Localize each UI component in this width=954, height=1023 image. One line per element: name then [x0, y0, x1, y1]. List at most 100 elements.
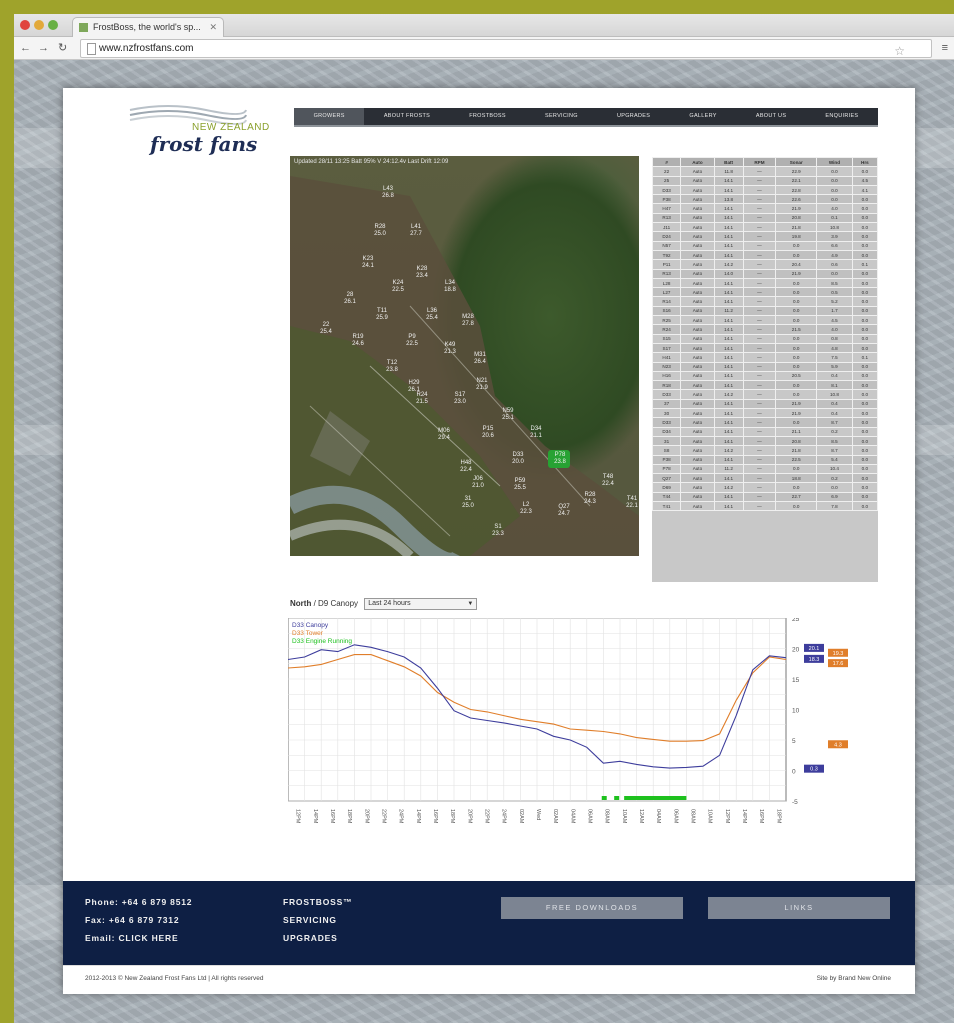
- table-row[interactable]: 30 Auto 14.1—21.9 0.4 0.0: [651, 407, 879, 419]
- table-row[interactable]: P11 Auto 14.2—20.4 0.6 0.1: [651, 259, 879, 270]
- table-header-cell[interactable]: #: [651, 156, 682, 168]
- table-row[interactable]: R14 Auto 14.1—0.0 5.2 0.0: [651, 296, 879, 307]
- table-row[interactable]: D33 Auto 14.1—22.8 0.0 4.1: [651, 184, 879, 196]
- table-row[interactable]: L28 Auto 14.1—0.0 8.5 0.0: [651, 277, 879, 289]
- table-row[interactable]: T92 Auto 14.1—0.0 4.9 0.0: [651, 249, 879, 261]
- block-marker[interactable]: L41 27.7: [404, 224, 428, 238]
- tab-close-icon[interactable]: ✕: [209, 18, 217, 37]
- block-marker[interactable]: T48 22.4: [596, 474, 620, 488]
- table-row[interactable]: T41 Auto 14.1—0.0 7.8 0.0: [651, 500, 879, 512]
- forward-arrow-icon[interactable]: →: [38, 40, 49, 56]
- block-marker[interactable]: L2 22.3: [514, 502, 538, 516]
- address-bar[interactable]: www.nzfrostfans.com ☆: [80, 39, 932, 58]
- block-marker[interactable]: N59 25.1: [496, 408, 520, 422]
- block-marker[interactable]: H48 22.4: [454, 460, 478, 474]
- block-marker[interactable]: J06 21.0: [466, 476, 490, 490]
- block-marker[interactable]: T11 25.9: [370, 308, 394, 322]
- nav-item-frostboss[interactable]: FROSTBOSS: [450, 108, 526, 125]
- block-marker[interactable]: R28 24.3: [578, 492, 602, 506]
- block-marker[interactable]: 22 25.4: [314, 322, 338, 336]
- block-marker[interactable]: R28 25.0: [368, 224, 392, 238]
- block-marker[interactable]: K49 21.3: [438, 342, 462, 356]
- block-marker[interactable]: 31 25.0: [456, 496, 480, 510]
- block-marker[interactable]: P9 22.5: [400, 334, 424, 348]
- block-marker[interactable]: S1 23.3: [486, 524, 510, 538]
- block-marker[interactable]: N21 21.9: [470, 378, 494, 392]
- table-row[interactable]: T44 Auto 14.1—22.7 6.9 0.0: [651, 491, 879, 503]
- table-row[interactable]: N23 Auto 14.1—0.0 5.9 0.0: [651, 361, 879, 372]
- site-logo[interactable]: NEW ZEALAND frost fans: [128, 102, 269, 162]
- block-marker[interactable]: M06 29.4: [432, 428, 456, 442]
- nav-item-servicing[interactable]: SERVICING: [525, 108, 597, 125]
- nav-item-about-us[interactable]: ABOUT US: [736, 108, 806, 125]
- table-row[interactable]: J11 Auto 14.1—21.8 10.8 0.0: [651, 222, 879, 233]
- table-row[interactable]: P38 Auto 14.1—22.5 5.4 0.0: [651, 454, 879, 465]
- table-row[interactable]: R24 Auto 14.1—21.5 4.0 0.0: [651, 324, 879, 335]
- footer-link-frostboss[interactable]: FROSTBOSS™: [283, 897, 352, 907]
- table-row[interactable]: D24 Auto 14.1—19.8 3.9 0.0: [651, 231, 879, 242]
- block-marker[interactable]: 28 26.1: [338, 292, 362, 306]
- block-marker[interactable]: R24 21.5: [410, 392, 434, 406]
- reload-icon[interactable]: ↻: [58, 40, 67, 56]
- nav-item-upgrades[interactable]: UPGRADES: [597, 108, 669, 125]
- footer-link-upgrades[interactable]: UPGRADES: [283, 933, 338, 943]
- table-row[interactable]: P38 Auto 13.8—22.6 0.0 0.0: [651, 194, 879, 205]
- table-row[interactable]: 25 Auto 14.1—22.1 0.0 4.5: [651, 175, 879, 186]
- table-row[interactable]: S15 Auto 14.1—0.0 0.8 0.0: [651, 333, 879, 344]
- block-marker[interactable]: P15 20.6: [476, 426, 500, 440]
- block-marker[interactable]: M28 27.8: [456, 314, 480, 328]
- footer-link-servicing[interactable]: SERVICING: [283, 915, 337, 925]
- block-marker[interactable]: L34 18.8: [438, 280, 462, 294]
- block-marker[interactable]: L43 26.8: [376, 186, 400, 200]
- table-row[interactable]: R13 Auto 14.1—20.8 0.1 0.0: [651, 212, 879, 224]
- nav-item-about-frosts[interactable]: ABOUT FROSTS: [364, 108, 449, 125]
- table-header-cell[interactable]: Hrs: [851, 156, 879, 168]
- table-row[interactable]: S8 Auto 14.2—21.8 8.7 0.0: [651, 445, 879, 456]
- table-row[interactable]: R25 Auto 14.1—0.0 4.5 0.0: [651, 315, 879, 326]
- table-row[interactable]: P78 Auto 11.2—0.0 10.4 0.0: [651, 463, 879, 475]
- table-row[interactable]: D33 Auto 14.1—0.0 8.7 0.0: [651, 417, 879, 428]
- nav-item-gallery[interactable]: GALLERY: [670, 108, 737, 125]
- table-row[interactable]: S16 Auto 11.2—0.0 1.7 0.0: [651, 305, 879, 317]
- time-range-select[interactable]: Last 24 hours ▼: [364, 598, 478, 610]
- block-marker[interactable]: P78 23.8: [548, 452, 572, 466]
- close-window-icon[interactable]: [20, 20, 30, 30]
- table-row[interactable]: H16 Auto 14.1—20.5 0.4 0.0: [651, 370, 879, 382]
- table-header-cell[interactable]: Batt: [713, 156, 744, 168]
- maximize-window-icon[interactable]: [48, 20, 58, 30]
- block-marker[interactable]: D33 20.0: [506, 452, 530, 466]
- block-marker[interactable]: K28 23.4: [410, 266, 434, 280]
- footer-email-link[interactable]: Email: CLICK HERE: [85, 933, 178, 943]
- bookmark-star-icon[interactable]: ☆: [894, 43, 905, 60]
- table-row[interactable]: H41 Auto 14.1—0.0 7.5 0.1: [651, 352, 879, 363]
- block-marker[interactable]: K23 24.1: [356, 256, 380, 270]
- table-header-cell[interactable]: RPM: [742, 156, 777, 168]
- table-header-cell[interactable]: Auto: [680, 156, 715, 168]
- table-header-cell[interactable]: Sonar: [775, 156, 818, 168]
- table-row[interactable]: L27 Auto 14.1—0.0 0.5 0.0: [651, 287, 879, 298]
- table-row[interactable]: R13 Auto 14.0—21.9 0.0 0.0: [651, 268, 879, 279]
- block-marker[interactable]: Q27 24.7: [552, 504, 576, 518]
- table-row[interactable]: Q27 Auto 14.1—18.8 0.2 0.0: [651, 473, 879, 484]
- table-row[interactable]: R18 Auto 14.1—0.0 8.1 0.0: [651, 380, 879, 391]
- table-row[interactable]: 22 Auto 11.8—22.9 0.0 0.0: [651, 166, 879, 177]
- table-row[interactable]: H47 Auto 14.1—21.9 4.0 0.0: [651, 203, 879, 214]
- table-row[interactable]: 37 Auto 14.1—21.9 0.4 0.0: [651, 398, 879, 410]
- block-marker[interactable]: T12 23.8: [380, 360, 404, 374]
- table-row[interactable]: D33 Auto 14.2—0.0 10.8 0.0: [651, 389, 879, 400]
- block-marker[interactable]: K24 22.5: [386, 280, 410, 294]
- menu-icon[interactable]: ≡: [942, 40, 948, 56]
- nav-item-enquiries[interactable]: ENQUIRIES: [806, 108, 878, 125]
- back-arrow-icon[interactable]: ←: [20, 40, 31, 56]
- nav-item-growers[interactable]: GROWERS: [294, 108, 365, 125]
- block-marker[interactable]: M31 26.4: [468, 352, 492, 366]
- site-credit-link[interactable]: Site by Brand New Online: [817, 975, 891, 982]
- browser-tab[interactable]: FrostBoss, the world's sp... ✕: [72, 17, 224, 37]
- block-marker[interactable]: R19 24.6: [346, 334, 370, 348]
- block-marker[interactable]: S17 23.0: [448, 392, 472, 406]
- table-row[interactable]: N57 Auto 14.1—0.0 6.6 0.0: [651, 240, 879, 251]
- block-marker[interactable]: T41 22.1: [620, 496, 639, 510]
- block-marker[interactable]: D34 21.1: [524, 426, 548, 440]
- table-row[interactable]: 31 Auto 14.1—20.8 8.5 0.0: [651, 435, 879, 447]
- table-row[interactable]: D69 Auto 14.2—0.0 0.0 0.0: [651, 482, 879, 493]
